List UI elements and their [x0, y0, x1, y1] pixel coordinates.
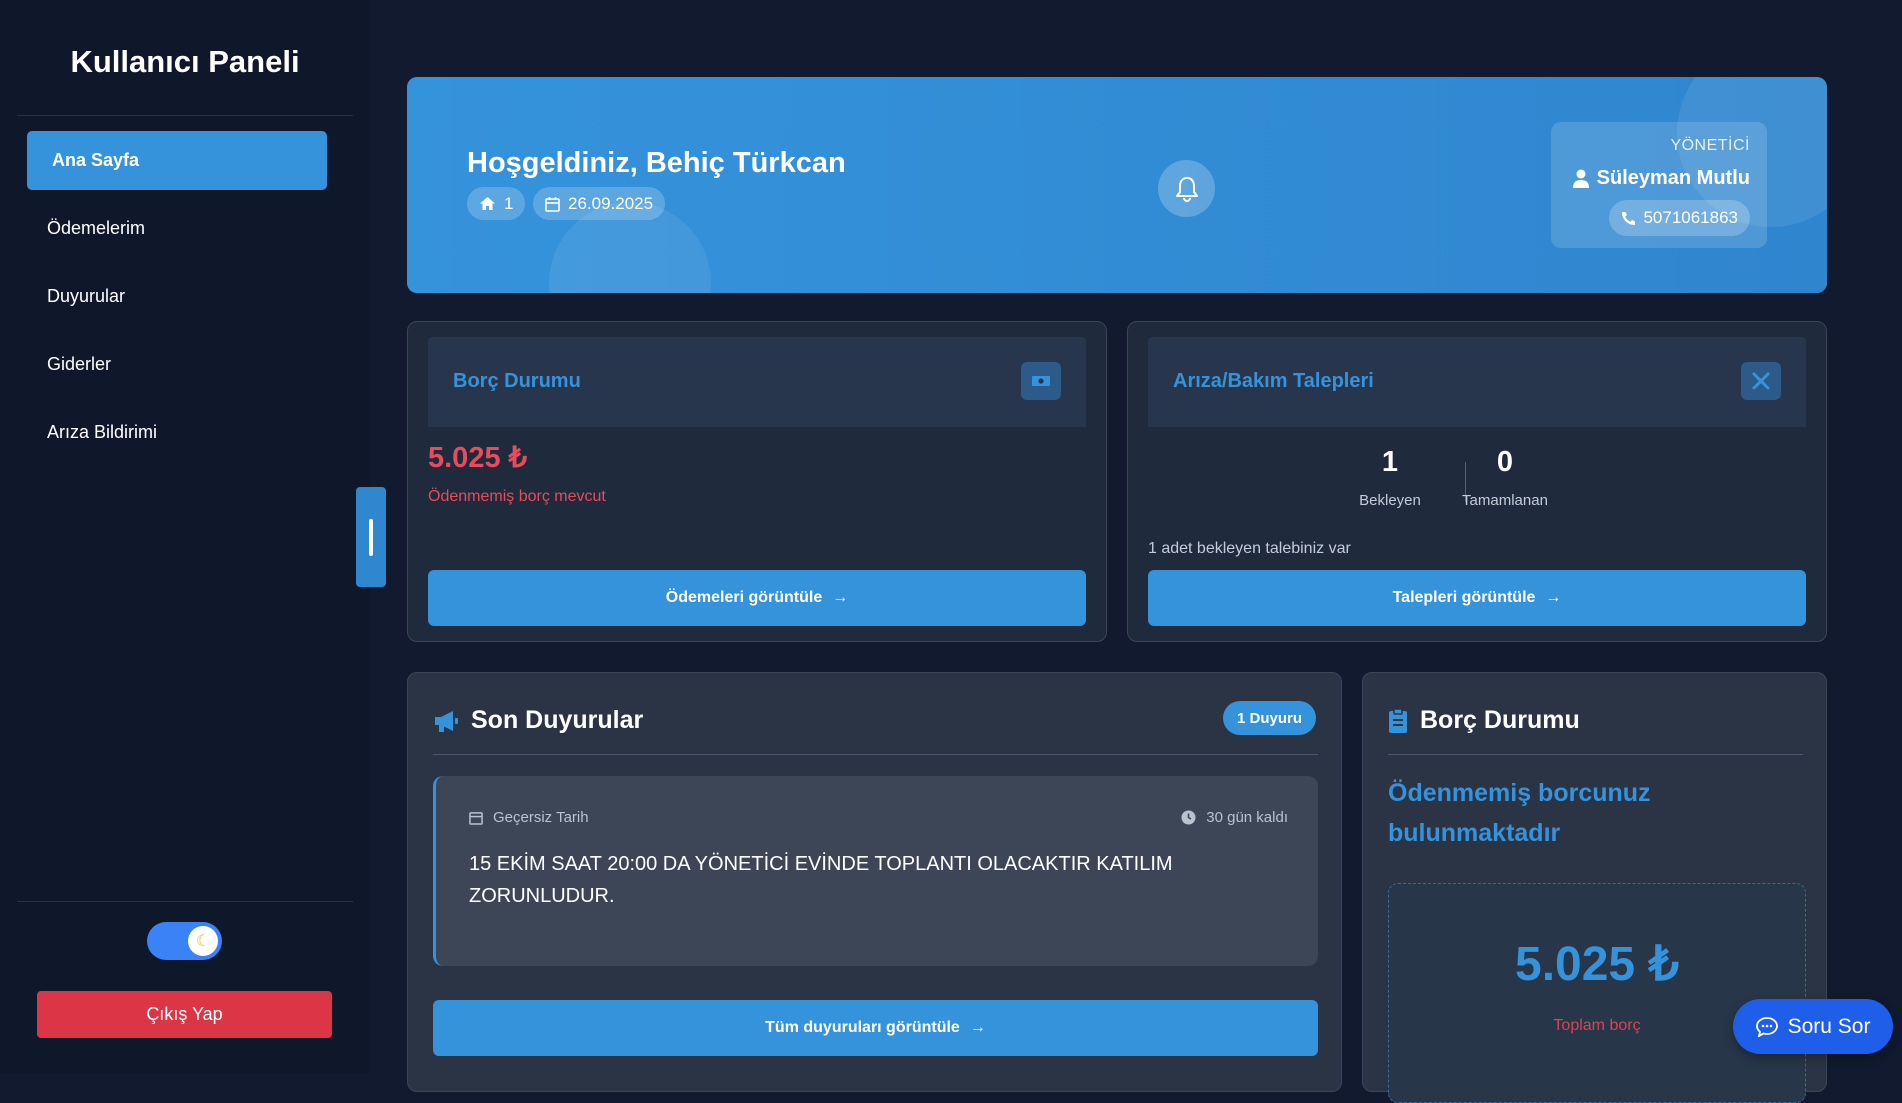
sidebar-collapse-handle[interactable] — [356, 487, 386, 587]
sidebar-title: Kullanıcı Paneli — [70, 44, 300, 79]
announcement-date: Geçersiz Tarih — [493, 809, 589, 826]
sidebar-item-odemelerim[interactable]: Ödemelerim — [27, 199, 327, 258]
pending-info: 1 adet bekleyen talebiniz var — [1148, 540, 1351, 557]
announcement-remaining-row: 30 gün kaldı — [1181, 809, 1288, 826]
debt-card: Borç Durumu 5.025 ₺ Ödenmemiş borç mevcu… — [407, 321, 1107, 642]
megaphone-icon — [435, 710, 458, 732]
maintenance-card: Arıza/Bakım Talepleri 1 Bekleyen 0 Tamam… — [1127, 321, 1827, 642]
section-title: Borç Durumu — [1420, 706, 1580, 734]
section-title-row: Borç Durumu — [1388, 706, 1580, 735]
logout-button[interactable]: Çıkış Yap — [37, 991, 332, 1038]
sidebar-item-ariza-bildirimi[interactable]: Arıza Bildirimi — [27, 403, 327, 462]
tools-icon — [1741, 362, 1781, 400]
announcement-item[interactable]: Geçersiz Tarih 30 gün kaldı 15 EKİM SAAT… — [433, 776, 1318, 966]
ask-question-button[interactable]: Soru Sor — [1733, 999, 1893, 1054]
card-title: Borç Durumu — [453, 370, 581, 392]
debt-total-box: 5.025 ₺ Toplam borç — [1388, 883, 1806, 1103]
manager-card: YÖNETİCİ Süleyman Mutlu 5071061863 — [1551, 122, 1767, 248]
divider — [433, 754, 1318, 755]
announcement-text: 15 EKİM SAAT 20:00 DA YÖNETİCİ EVİNDE TO… — [469, 853, 1173, 907]
welcome-banner: Hoşgeldiniz, Behiç Türkcan 1 26.09.2025 … — [407, 77, 1827, 293]
money-icon — [1021, 362, 1061, 400]
pending-count: 1 — [1381, 446, 1399, 478]
manager-phone-button[interactable]: 5071061863 — [1609, 200, 1750, 236]
card-title: Arıza/Bakım Talepleri — [1173, 370, 1374, 392]
card-header: Borç Durumu — [428, 337, 1086, 427]
debt-status: Ödenmemiş borç mevcut — [428, 488, 606, 505]
debt-message: Ödenmemiş borcunuz bulunmaktadır — [1388, 779, 1651, 847]
clock-icon — [1181, 810, 1196, 825]
button-label: Tüm duyuruları görüntüle — [765, 1019, 960, 1036]
completed-count: 0 — [1496, 446, 1514, 478]
home-icon — [480, 197, 495, 210]
flat-badge: 1 — [467, 187, 526, 220]
grip-icon — [369, 519, 373, 556]
completed-label: Tamamlanan — [1462, 492, 1548, 509]
notifications-button[interactable] — [1158, 160, 1215, 217]
phone-icon — [1622, 211, 1636, 225]
manager-name: Süleyman Mutlu — [1596, 167, 1750, 189]
moon-icon: ☾ — [188, 926, 218, 956]
manager-name-row: Süleyman Mutlu — [1572, 167, 1750, 190]
sidebar-nav: Ana Sayfa Ödemelerim Duyurular Giderler … — [27, 131, 327, 471]
divider — [17, 901, 353, 902]
sidebar-item-duyurular[interactable]: Duyurular — [27, 267, 327, 326]
announcement-date-row: Geçersiz Tarih — [469, 809, 589, 826]
flat-number: 1 — [504, 193, 514, 213]
clipboard-icon — [1389, 707, 1407, 733]
view-all-announcements-button[interactable]: Tüm duyuruları görüntüle → — [433, 1000, 1318, 1056]
welcome-title: Hoşgeldiniz, Behiç Türkcan — [467, 147, 846, 179]
announcement-remaining: 30 gün kaldı — [1206, 809, 1288, 826]
date-badge: 26.09.2025 — [533, 187, 666, 220]
bell-icon — [1175, 176, 1198, 202]
divider — [1388, 754, 1803, 755]
section-title: Son Duyurular — [471, 706, 644, 734]
card-header: Arıza/Bakım Talepleri — [1148, 337, 1806, 427]
button-label: Ödemeleri görüntüle — [665, 589, 823, 606]
fab-label: Soru Sor — [1787, 1014, 1871, 1038]
pending-label: Bekleyen — [1359, 492, 1421, 509]
announcements-panel: Son Duyurular 1 Duyuru Geçersiz Tarih 30… — [407, 672, 1342, 1092]
calendar-icon — [545, 196, 560, 212]
button-label: Talepleri görüntüle — [1392, 589, 1536, 606]
arrow-right-icon: → — [1545, 589, 1562, 606]
arrow-right-icon: → — [832, 589, 849, 606]
theme-toggle[interactable]: ☾ — [147, 922, 222, 960]
debt-total-amount: 5.025 ₺ — [1515, 938, 1679, 991]
sidebar-item-ana-sayfa[interactable]: Ana Sayfa — [27, 131, 327, 190]
view-requests-button[interactable]: Talepleri görüntüle → — [1148, 570, 1806, 626]
manager-phone: 5071061863 — [1643, 208, 1738, 227]
sidebar: Kullanıcı Paneli Ana Sayfa Ödemelerim Du… — [0, 0, 370, 1073]
divider — [17, 115, 353, 116]
arrow-right-icon: → — [969, 1019, 986, 1036]
chat-icon — [1755, 1016, 1778, 1037]
debt-amount: 5.025 ₺ — [428, 442, 528, 474]
user-icon — [1572, 169, 1589, 188]
view-payments-button[interactable]: Ödemeleri görüntüle → — [428, 570, 1086, 626]
section-title-row: Son Duyurular — [433, 706, 643, 735]
calendar-icon — [469, 812, 483, 825]
manager-role: YÖNETİCİ — [1670, 137, 1750, 154]
sidebar-item-giderler[interactable]: Giderler — [27, 335, 327, 394]
current-date: 26.09.2025 — [568, 193, 654, 213]
announcement-count-badge: 1 Duyuru — [1222, 701, 1316, 735]
